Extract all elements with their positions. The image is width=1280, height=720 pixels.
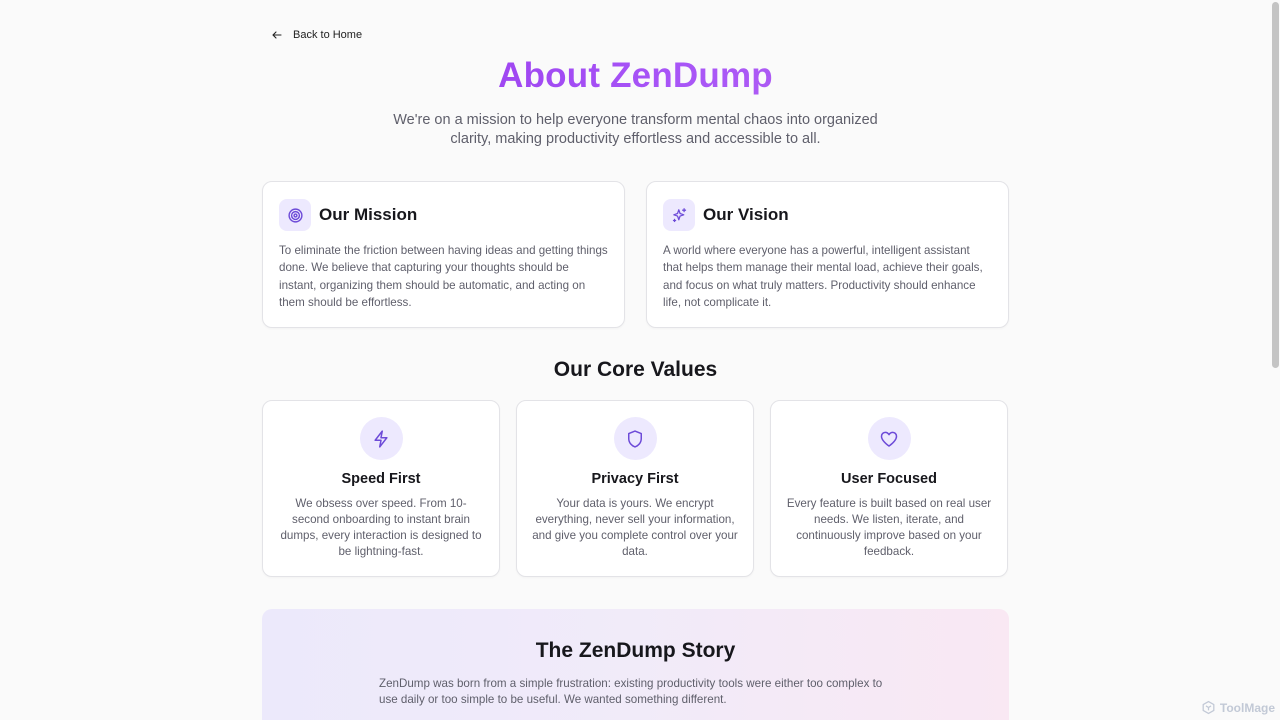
mission-text: To eliminate the friction between having… [279,244,608,309]
mission-header: Our Mission [279,199,608,231]
value-title: User Focused [841,471,937,487]
page-title: About ZenDump [262,56,1009,96]
value-text: Your data is yours. We encrypt everythin… [532,497,738,558]
lightning-icon [359,417,403,460]
hexagon-logo-icon [1202,700,1215,715]
mission-card: Our Mission To eliminate the friction be… [262,181,625,328]
back-to-home-link[interactable]: Back to Home [271,25,362,45]
value-card-privacy: Privacy First Your data is yours. We enc… [516,400,754,577]
mission-title: Our Mission [319,205,418,224]
value-text: We obsess over speed. From 10-second onb… [280,497,482,558]
watermark: ToolMage [1201,700,1275,715]
back-link-label: Back to Home [293,29,363,41]
vision-text: A world where everyone has a powerful, i… [663,244,983,309]
heart-icon [867,417,911,460]
vision-title: Our Vision [703,205,789,224]
target-icon [279,199,311,231]
core-values-title: Our Core Values [553,358,718,381]
story-section: The ZenDump Story ZenDump was born from … [262,609,1009,720]
vision-card: Our Vision A world where everyone has a … [646,181,1009,328]
shield-icon [613,417,657,460]
sparkles-icon [663,199,695,231]
value-card-speed: Speed First We obsess over speed. From 1… [262,400,500,577]
value-title: Privacy First [591,471,679,487]
value-card-user: User Focused Every feature is built base… [770,400,1008,577]
page-subtitle: We're on a mission to help everyone tran… [393,112,878,147]
vision-header: Our Vision [663,199,992,231]
vertical-scrollbar[interactable] [1272,2,1279,368]
watermark-label: ToolMage [1219,700,1275,715]
arrow-left-icon [272,31,282,39]
value-title: Speed First [341,471,421,487]
story-title: The ZenDump Story [535,639,736,662]
story-text: ZenDump was born from a simple frustrati… [379,677,883,706]
value-text: Every feature is built based on real use… [786,497,992,558]
